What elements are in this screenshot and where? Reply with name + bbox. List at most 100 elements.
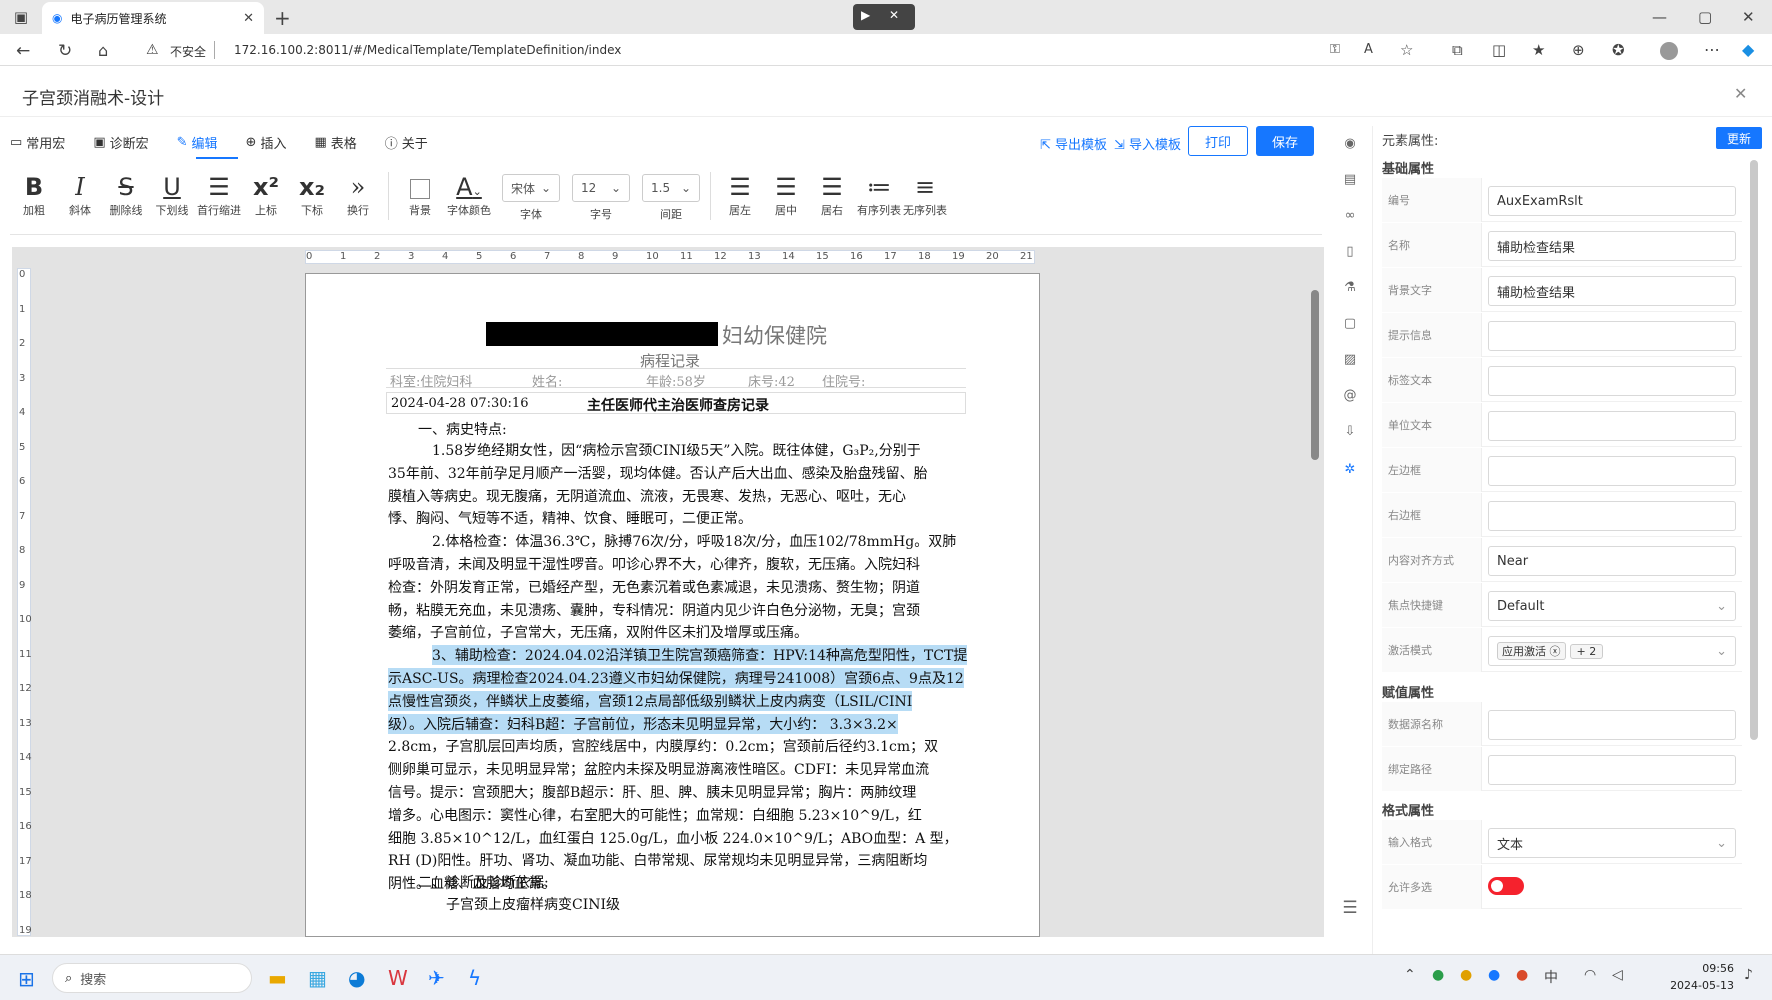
property-input[interactable] — [1488, 456, 1736, 486]
horizontal-ruler[interactable]: 0 1 2 3 4 5 6 7 8 9 10 11 12 13 14 15 16 17 18 19 20 21 — [305, 250, 1035, 264]
italic-button[interactable]: I 斜体 — [60, 172, 100, 218]
ordered-list-button[interactable]: ≔ 有序列表 — [856, 172, 902, 218]
ime-icon[interactable]: 中 — [1544, 967, 1558, 987]
save-button[interactable]: 保存 — [1256, 126, 1314, 156]
vertical-ruler[interactable]: 0 1 2 3 4 5 6 7 8 9 10 11 12 13 14 15 16 17 18 19 — [17, 268, 32, 936]
collections-icon[interactable]: ⊕ — [1572, 41, 1585, 59]
read-aloud-icon[interactable]: A — [1364, 42, 1373, 57]
split-icon[interactable]: ◫ — [1492, 41, 1506, 59]
tab-actions-icon[interactable]: ▣ — [12, 8, 30, 26]
flask-icon[interactable]: ⚗ — [1340, 278, 1360, 298]
property-input[interactable] — [1488, 366, 1736, 396]
document-page[interactable]: 妇幼保健院 病程记录 科室:住院妇科 姓名: 年龄:58岁 床号:42 住院号:… — [305, 273, 1040, 937]
favorites-icon[interactable]: ★ — [1532, 41, 1545, 59]
tab-insert[interactable]: ⊕ 插入 — [246, 133, 287, 152]
image-icon[interactable]: ▨ — [1340, 350, 1360, 370]
property-input[interactable] — [1488, 710, 1736, 740]
property-input[interactable]: Near — [1488, 546, 1736, 576]
export-icon[interactable]: ⇩ — [1340, 422, 1360, 442]
align-center-button[interactable]: ☰ 居中 — [766, 172, 806, 218]
background-button[interactable]: 背景 — [400, 172, 440, 218]
back-icon[interactable]: ← — [16, 41, 30, 61]
update-button[interactable]: 更新 — [1716, 127, 1762, 149]
browser-tab[interactable]: ◉ 电子病历管理系统 ✕ — [42, 2, 264, 34]
subscript-button[interactable]: x₂ 下标 — [292, 172, 332, 218]
bold-button[interactable]: B 加粗 — [14, 172, 54, 218]
close-dialog-icon[interactable]: ✕ — [1734, 84, 1747, 103]
unordered-list-button[interactable]: ≡ 无序列表 — [902, 172, 948, 218]
book-icon[interactable]: ▯ — [1340, 242, 1360, 262]
editor-scrollbar[interactable] — [1308, 272, 1322, 936]
property-input[interactable]: 文本 ⌄ — [1488, 828, 1736, 858]
tab-edit[interactable]: ✎ 编辑 — [177, 133, 218, 152]
property-input[interactable]: 辅助检查结果 — [1488, 231, 1736, 261]
app-icon[interactable]: ▦ — [308, 966, 327, 990]
notification-icon[interactable]: ♪ — [1744, 967, 1753, 983]
allow-multi-toggle[interactable] — [1488, 877, 1524, 895]
screen-share-indicator[interactable]: ▶ ✕ — [853, 4, 915, 30]
import-template-link[interactable]: ⇲ 导入模板 — [1114, 134, 1181, 153]
chevron-up-icon[interactable]: ⌃ — [1404, 967, 1416, 983]
property-input[interactable] — [1488, 755, 1736, 785]
tray-app-icon[interactable]: ● — [1432, 967, 1444, 983]
tab-about[interactable]: ⓘ 关于 — [385, 133, 428, 152]
url-text[interactable]: 172.16.100.2:8011/#/MedicalTemplate/Temp… — [234, 43, 621, 57]
close-tab-icon[interactable]: ✕ — [243, 11, 254, 26]
stop-icon[interactable]: ✕ — [889, 8, 899, 22]
property-input[interactable]: 辅助检查结果 — [1488, 276, 1736, 306]
scrollbar-thumb[interactable] — [1311, 290, 1319, 460]
property-input[interactable]: Default ⌄ — [1488, 591, 1736, 621]
size-select[interactable]: 12 ⌄ — [572, 174, 630, 202]
indent-button[interactable]: ☰ 首行缩进 — [196, 172, 242, 218]
link-icon[interactable]: ∞ — [1340, 206, 1360, 226]
refresh-icon[interactable]: ↻ — [58, 41, 72, 61]
volume-icon[interactable]: ◁ — [1612, 967, 1623, 983]
avatar[interactable] — [1660, 42, 1678, 60]
at-icon[interactable]: @ — [1340, 386, 1360, 406]
newline-button[interactable]: » 换行 — [338, 172, 378, 218]
property-input[interactable] — [1488, 501, 1736, 531]
tray-app-icon[interactable]: ● — [1460, 967, 1472, 983]
activation-tag[interactable]: 应用激活 ⓧ — [1497, 642, 1566, 660]
font-color-button[interactable]: A⌄ 字体颜色 — [444, 172, 494, 218]
tray-app-icon[interactable]: ● — [1516, 967, 1528, 983]
wps-icon[interactable]: W — [388, 966, 408, 990]
property-input[interactable]: AuxExamRslt — [1488, 186, 1736, 216]
favorite-icon[interactable]: ☆ — [1400, 41, 1413, 59]
key-icon[interactable]: ⚿ — [1330, 42, 1340, 57]
window-close-icon[interactable]: ✕ — [1742, 8, 1755, 26]
settings-icon[interactable]: ✲ — [1340, 460, 1360, 480]
im-icon[interactable]: ✈ — [428, 966, 445, 990]
maximize-icon[interactable]: ▢ — [1698, 8, 1712, 26]
tab-common-macro[interactable]: ▭ 常用宏 — [10, 133, 65, 152]
property-input[interactable]: 应用激活 ⓧ + 2 ⌄ — [1488, 636, 1736, 666]
file-explorer-icon[interactable]: ▬ — [268, 966, 287, 990]
properties-scrollbar[interactable] — [1750, 160, 1758, 740]
clock-time[interactable]: 09:56 — [1664, 962, 1734, 975]
activation-more[interactable]: + 2 — [1569, 644, 1604, 659]
underline-button[interactable]: U 下划线 — [152, 172, 192, 218]
property-input[interactable] — [1488, 411, 1736, 441]
more-icon[interactable]: ⋯ — [1704, 40, 1720, 59]
new-tab-icon[interactable]: + — [274, 6, 291, 30]
print-button[interactable]: 打印 — [1188, 126, 1248, 156]
align-left-button[interactable]: ☰ 居左 — [720, 172, 760, 218]
tab-table[interactable]: ▦ 表格 — [314, 133, 356, 152]
property-input[interactable] — [1488, 321, 1736, 351]
wifi-icon[interactable]: ◠ — [1584, 967, 1596, 983]
home-icon[interactable]: ⌂ — [98, 41, 108, 60]
document-icon[interactable]: ▤ — [1340, 170, 1360, 190]
tray-app-icon[interactable]: ● — [1488, 967, 1500, 983]
export-template-link[interactable]: ⇱ 导出模板 — [1040, 134, 1107, 153]
strikethrough-button[interactable]: S 删除线 — [106, 172, 146, 218]
align-right-button[interactable]: ☰ 居右 — [812, 172, 852, 218]
superscript-button[interactable]: x² 上标 — [246, 172, 286, 218]
extensions-icon[interactable]: ⧉ — [1452, 41, 1463, 59]
taskbar-search[interactable]: ⌕ 搜索 — [52, 963, 252, 993]
lightning-icon[interactable]: ϟ — [468, 966, 481, 990]
menu-icon[interactable]: ☰ — [1340, 898, 1360, 918]
start-icon[interactable]: ⊞ — [18, 967, 35, 991]
file-icon[interactable]: ▢ — [1340, 314, 1360, 334]
edge-icon[interactable]: ◕ — [348, 966, 365, 990]
minimize-icon[interactable]: — — [1652, 8, 1667, 26]
